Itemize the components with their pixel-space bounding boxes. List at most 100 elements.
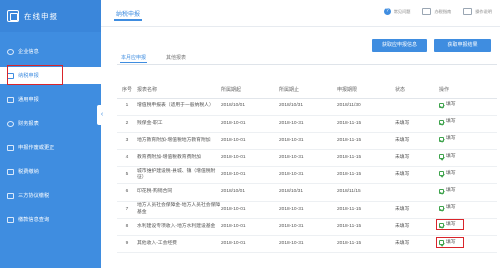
filing-status: 未填写 xyxy=(395,149,439,168)
period-end: 2018-10-31 xyxy=(279,235,337,254)
filing-deadline: 2018/11/30 xyxy=(337,98,395,116)
column-header: 申报期限 xyxy=(337,82,395,99)
fill-button[interactable]: 填写 xyxy=(439,188,456,194)
row-number: 1 xyxy=(117,98,137,116)
sidebar-item-tax-filing[interactable]: 纳税申报 xyxy=(0,65,101,85)
agreement-icon xyxy=(7,192,14,199)
sidebar-item-financial-statements[interactable]: 财务报表 xyxy=(0,115,101,132)
report-name: 印花税-购销合同 xyxy=(137,183,221,202)
sidebar-item-label: 缴款信息查询 xyxy=(18,217,50,223)
row-number: 3 xyxy=(117,132,137,151)
table-row: 8 水利建设专项收入-地方水利建设基金 2018-10-01 2018-10-31 20… xyxy=(117,218,497,237)
payment-icon xyxy=(7,168,14,175)
row-number: 2 xyxy=(117,115,137,133)
app-logo-icon xyxy=(7,10,19,22)
row-number: 7 xyxy=(117,201,137,219)
header: 纳税申报 ? 常见问题 办税指南 操作说明 xyxy=(101,0,500,27)
table-row: 2 残保金-职工 2018-10-01 2018-10-31 2018-11-15 未填写… xyxy=(117,115,497,133)
user-icon xyxy=(7,48,14,55)
checkbox-edit-icon xyxy=(439,240,444,246)
guide-label: 办税指南 xyxy=(434,8,452,14)
fill-button[interactable]: 填写 xyxy=(436,236,464,248)
help-icon: ? xyxy=(383,8,391,15)
sidebar-item-label: 财务报表 xyxy=(18,121,39,127)
fill-button[interactable]: 填写 xyxy=(439,119,456,125)
report-name: 城市维护建设税-县城、镇（增值税附征） xyxy=(137,166,221,185)
checkbox-edit-icon xyxy=(439,102,444,108)
report-name: 其他收入-工会经费 xyxy=(137,235,221,254)
report-icon xyxy=(7,120,14,127)
collapse-sidebar-button[interactable]: ‹ xyxy=(97,105,107,125)
period-start: 2018-10-01 xyxy=(221,115,279,133)
table-row: 9 其他收入-工会经费 2018-10-01 2018-10-31 2018-11-15… xyxy=(117,235,497,254)
tab-this-month[interactable]: 本月应申报 xyxy=(119,54,148,64)
row-number: 8 xyxy=(117,218,137,237)
checkbox-edit-icon xyxy=(439,205,444,211)
period-end: 2018/10/31 xyxy=(279,183,337,202)
column-header: 所属期止 xyxy=(279,82,337,99)
fill-button[interactable]: 填写 xyxy=(439,205,456,211)
action-cell: 填写 xyxy=(436,218,497,237)
filing-deadline: 2018-11-15 xyxy=(337,218,395,237)
fill-button[interactable]: 填写 xyxy=(439,171,456,177)
guide-icon xyxy=(422,8,432,15)
guide-link[interactable]: 办税指南 xyxy=(422,8,451,15)
filing-status: 未填写 xyxy=(395,201,439,219)
table-row: 7 地方人员社会保障金-地方人员社会保障基金 2018-10-01 2018-10-3… xyxy=(117,201,497,219)
action-cell: 填写 xyxy=(439,98,497,116)
tab-other-reports[interactable]: 其他报表 xyxy=(166,54,186,61)
sidebar-item-payment-query[interactable]: 缴款信息查询 xyxy=(0,211,101,228)
sidebar: 在线申报 企业信息 纳税申报 通用申报 财务报表 申报作废或更正 税费缴纳 三方… xyxy=(0,0,107,268)
row-number: 5 xyxy=(117,166,137,185)
action-cell: 填写 xyxy=(436,235,497,254)
sidebar-item-label: 企业信息 xyxy=(18,49,39,55)
fill-button[interactable]: 填写 xyxy=(439,102,456,108)
table-row: 6 印花税-购销合同 2018/10/01 2018/10/31 2018/11/15 填… xyxy=(117,183,497,202)
period-end: 2018-10-31 xyxy=(279,201,337,219)
fill-label: 填写 xyxy=(446,136,456,142)
filing-deadline: 2018-11-15 xyxy=(337,149,395,168)
fill-button[interactable]: 填写 xyxy=(439,136,456,143)
column-header: 状态 xyxy=(395,82,439,99)
period-end: 2018-10-31 xyxy=(279,149,337,168)
sidebar-item-void-correct[interactable]: 申报作废或更正 xyxy=(0,139,101,156)
filing-deadline: 2018-11-15 xyxy=(337,235,395,254)
app-title: 在线申报 xyxy=(24,11,58,21)
fill-label: 填写 xyxy=(446,205,456,211)
fill-label: 填写 xyxy=(446,153,456,159)
action-cell: 填写 xyxy=(439,166,497,185)
filing-deadline: 2018/11/15 xyxy=(337,183,395,202)
action-cell: 填写 xyxy=(439,132,497,151)
sidebar-item-tripartite-payment[interactable]: 三方协议缴税 xyxy=(0,187,101,204)
table-row: 3 地方教育附加-增值税地方教育附加 2018-10-01 2018-10-31 201… xyxy=(117,132,497,151)
column-header: 报表名称 xyxy=(137,82,221,99)
report-name: 残保金-职工 xyxy=(137,115,221,133)
fill-button[interactable]: 填写 xyxy=(439,154,456,160)
sidebar-item-company-info[interactable]: 企业信息 xyxy=(0,43,101,60)
page-title: 纳税申报 xyxy=(113,9,143,21)
help-label: 常见问题 xyxy=(393,8,411,14)
manual-link[interactable]: 操作说明 xyxy=(463,8,492,15)
help-link[interactable]: ? 常见问题 xyxy=(383,8,411,15)
sidebar-item-general-filing[interactable]: 通用申报 xyxy=(0,91,101,108)
period-start: 2018-10-01 xyxy=(221,218,279,237)
sidebar-item-label: 通用申报 xyxy=(18,97,39,103)
filing-status: 未填写 xyxy=(395,235,439,254)
filing-status: 未填写 xyxy=(395,115,439,133)
period-start: 2018/10/01 xyxy=(221,98,279,116)
fill-label: 填写 xyxy=(446,119,456,125)
filing-status: 未填写 xyxy=(395,218,439,237)
sidebar-item-label: 税费缴纳 xyxy=(18,169,39,175)
period-end: 2018/10/31 xyxy=(279,98,337,116)
period-start: 2018-10-01 xyxy=(221,235,279,254)
checkbox-edit-icon xyxy=(439,223,444,229)
table-row: 4 教育费附加-增值税教育费附加 2018-10-01 2018-10-31 2018-… xyxy=(117,149,497,168)
report-name: 地方教育附加-增值税地方教育附加 xyxy=(137,132,221,151)
checkbox-edit-icon xyxy=(439,119,444,125)
filing-status: 未填写 xyxy=(395,132,439,151)
column-header: 所属期起 xyxy=(221,82,279,99)
sidebar-item-tax-payment[interactable]: 税费缴纳 xyxy=(0,163,101,180)
table-row: 5 城市维护建设税-县城、镇（增值税附征） 2018-10-01 2018-10-31… xyxy=(117,166,497,185)
filing-status: 未填写 xyxy=(395,166,439,185)
fill-button[interactable]: 填写 xyxy=(436,219,464,231)
